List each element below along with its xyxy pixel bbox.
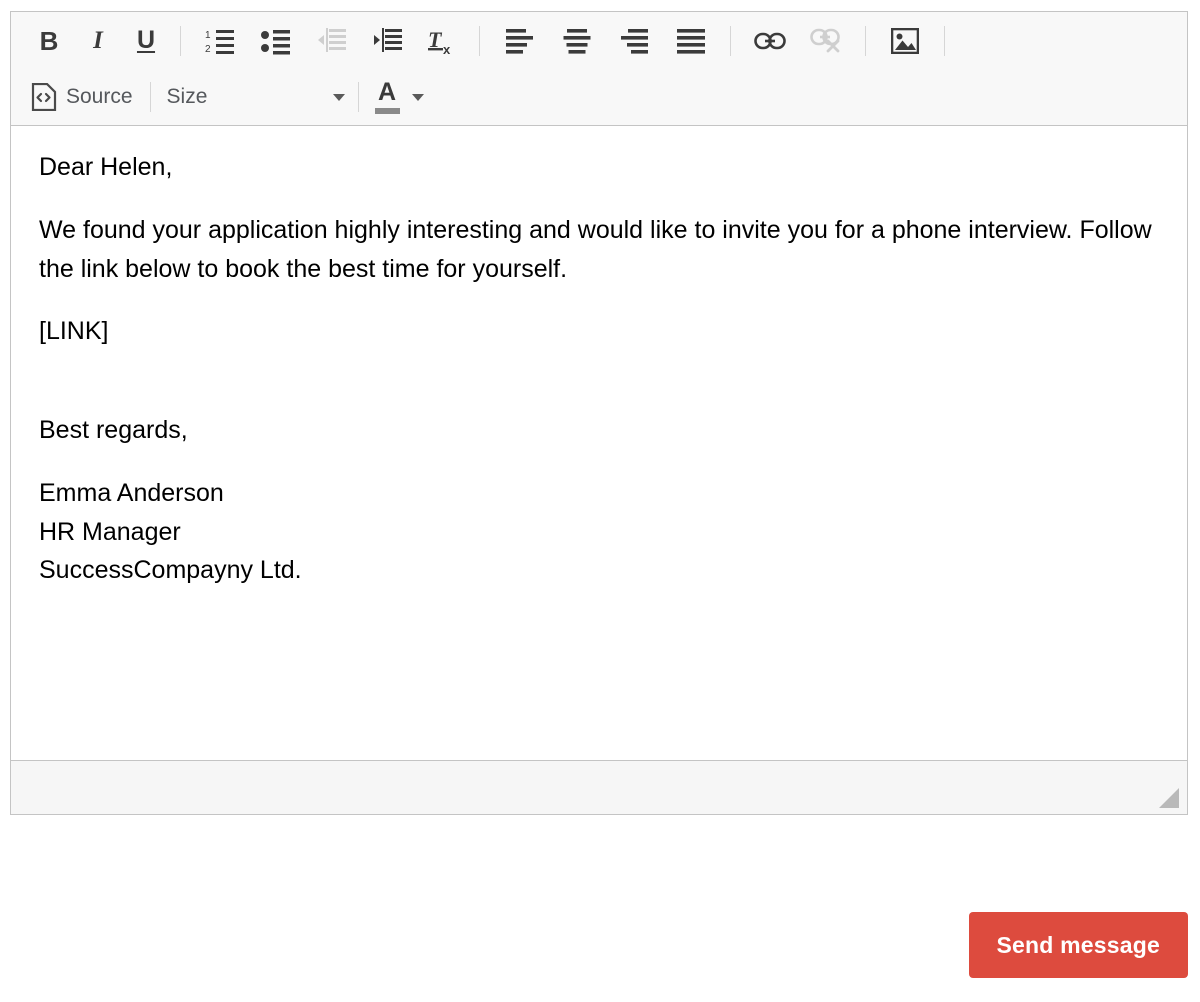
italic-icon: I bbox=[93, 27, 103, 54]
underline-button[interactable]: U bbox=[123, 21, 169, 61]
align-right-button[interactable] bbox=[605, 21, 662, 61]
link-button[interactable] bbox=[742, 21, 798, 61]
bulleted-list-button[interactable] bbox=[248, 21, 304, 61]
rich-text-editor: B I U 1 2 T x Source Size A Dear Helen, … bbox=[10, 11, 1188, 815]
toolbar-divider bbox=[730, 25, 731, 56]
text-color-icon: A bbox=[374, 78, 400, 114]
bold-button[interactable]: B bbox=[25, 21, 73, 61]
toolbar-divider bbox=[865, 25, 866, 56]
numbered-list-button[interactable]: 1 2 bbox=[192, 21, 248, 61]
svg-text:2: 2 bbox=[205, 44, 211, 55]
blank-paragraph bbox=[39, 375, 1159, 387]
text-color-letter: A bbox=[378, 78, 397, 106]
toolbar-divider bbox=[357, 82, 359, 112]
editor-status-bar bbox=[11, 760, 1187, 814]
toolbar-divider bbox=[944, 25, 945, 56]
toolbar-row-secondary: Source Size A bbox=[11, 69, 1187, 125]
align-center-icon bbox=[563, 28, 591, 54]
link-paragraph: [LINK] bbox=[39, 317, 109, 346]
send-message-button[interactable]: Send message bbox=[968, 912, 1188, 978]
bold-icon: B bbox=[39, 25, 59, 56]
image-button[interactable] bbox=[877, 21, 933, 61]
italic-button[interactable]: I bbox=[73, 21, 123, 61]
message-body-editable[interactable]: Dear Helen, We found your application hi… bbox=[11, 126, 1187, 760]
justify-button[interactable] bbox=[662, 21, 719, 61]
text-color-swatch bbox=[374, 108, 400, 114]
chevron-down-icon bbox=[332, 93, 345, 101]
increase-indent-icon bbox=[373, 27, 403, 55]
remove-format-icon: T x bbox=[427, 26, 457, 56]
font-size-select[interactable]: Size bbox=[162, 77, 347, 117]
signature-block: Emma Anderson HR Manager SuccessCompayny… bbox=[39, 474, 1159, 590]
decrease-indent-button[interactable] bbox=[304, 21, 360, 61]
toolbar-divider bbox=[180, 25, 181, 56]
font-size-select-label: Size bbox=[166, 85, 208, 108]
svg-text:x: x bbox=[443, 42, 451, 56]
align-right-icon bbox=[620, 28, 648, 54]
increase-indent-button[interactable] bbox=[360, 21, 416, 61]
text-color-button[interactable]: A bbox=[370, 77, 431, 117]
signature-company: SuccessCompayny Ltd. bbox=[39, 556, 302, 585]
editor-toolbar: B I U 1 2 T x Source Size A bbox=[11, 12, 1187, 126]
source-button[interactable]: Source bbox=[25, 77, 139, 117]
svg-text:1: 1 bbox=[205, 30, 211, 41]
resize-handle[interactable] bbox=[1159, 788, 1179, 808]
main-paragraph: We found your application highly interes… bbox=[39, 215, 1152, 283]
underline-icon: U bbox=[136, 26, 156, 54]
decrease-indent-icon bbox=[317, 27, 347, 55]
source-button-label: Source bbox=[66, 85, 133, 108]
unlink-button[interactable] bbox=[798, 21, 854, 61]
chevron-down-icon bbox=[411, 93, 424, 101]
image-icon bbox=[891, 27, 919, 54]
remove-format-button[interactable]: T x bbox=[416, 21, 468, 61]
align-left-button[interactable] bbox=[491, 21, 548, 61]
toolbar-row-formatting: B I U 1 2 T x bbox=[11, 12, 1187, 69]
action-row: Send message bbox=[0, 912, 1188, 978]
toolbar-divider bbox=[149, 82, 151, 112]
bulleted-list-icon bbox=[261, 27, 291, 55]
align-center-button[interactable] bbox=[548, 21, 605, 61]
justify-icon bbox=[676, 28, 705, 54]
closing-paragraph: Best regards, bbox=[39, 416, 188, 444]
source-code-icon bbox=[31, 83, 57, 111]
signature-name: Emma Anderson bbox=[39, 478, 224, 507]
numbered-list-icon: 1 2 bbox=[205, 27, 235, 55]
toolbar-divider bbox=[479, 25, 480, 56]
signature-title: HR Manager bbox=[39, 517, 181, 546]
unlink-icon bbox=[810, 28, 842, 54]
link-icon bbox=[754, 30, 786, 52]
align-left-icon bbox=[505, 28, 534, 54]
greeting-paragraph: Dear Helen, bbox=[39, 153, 173, 181]
